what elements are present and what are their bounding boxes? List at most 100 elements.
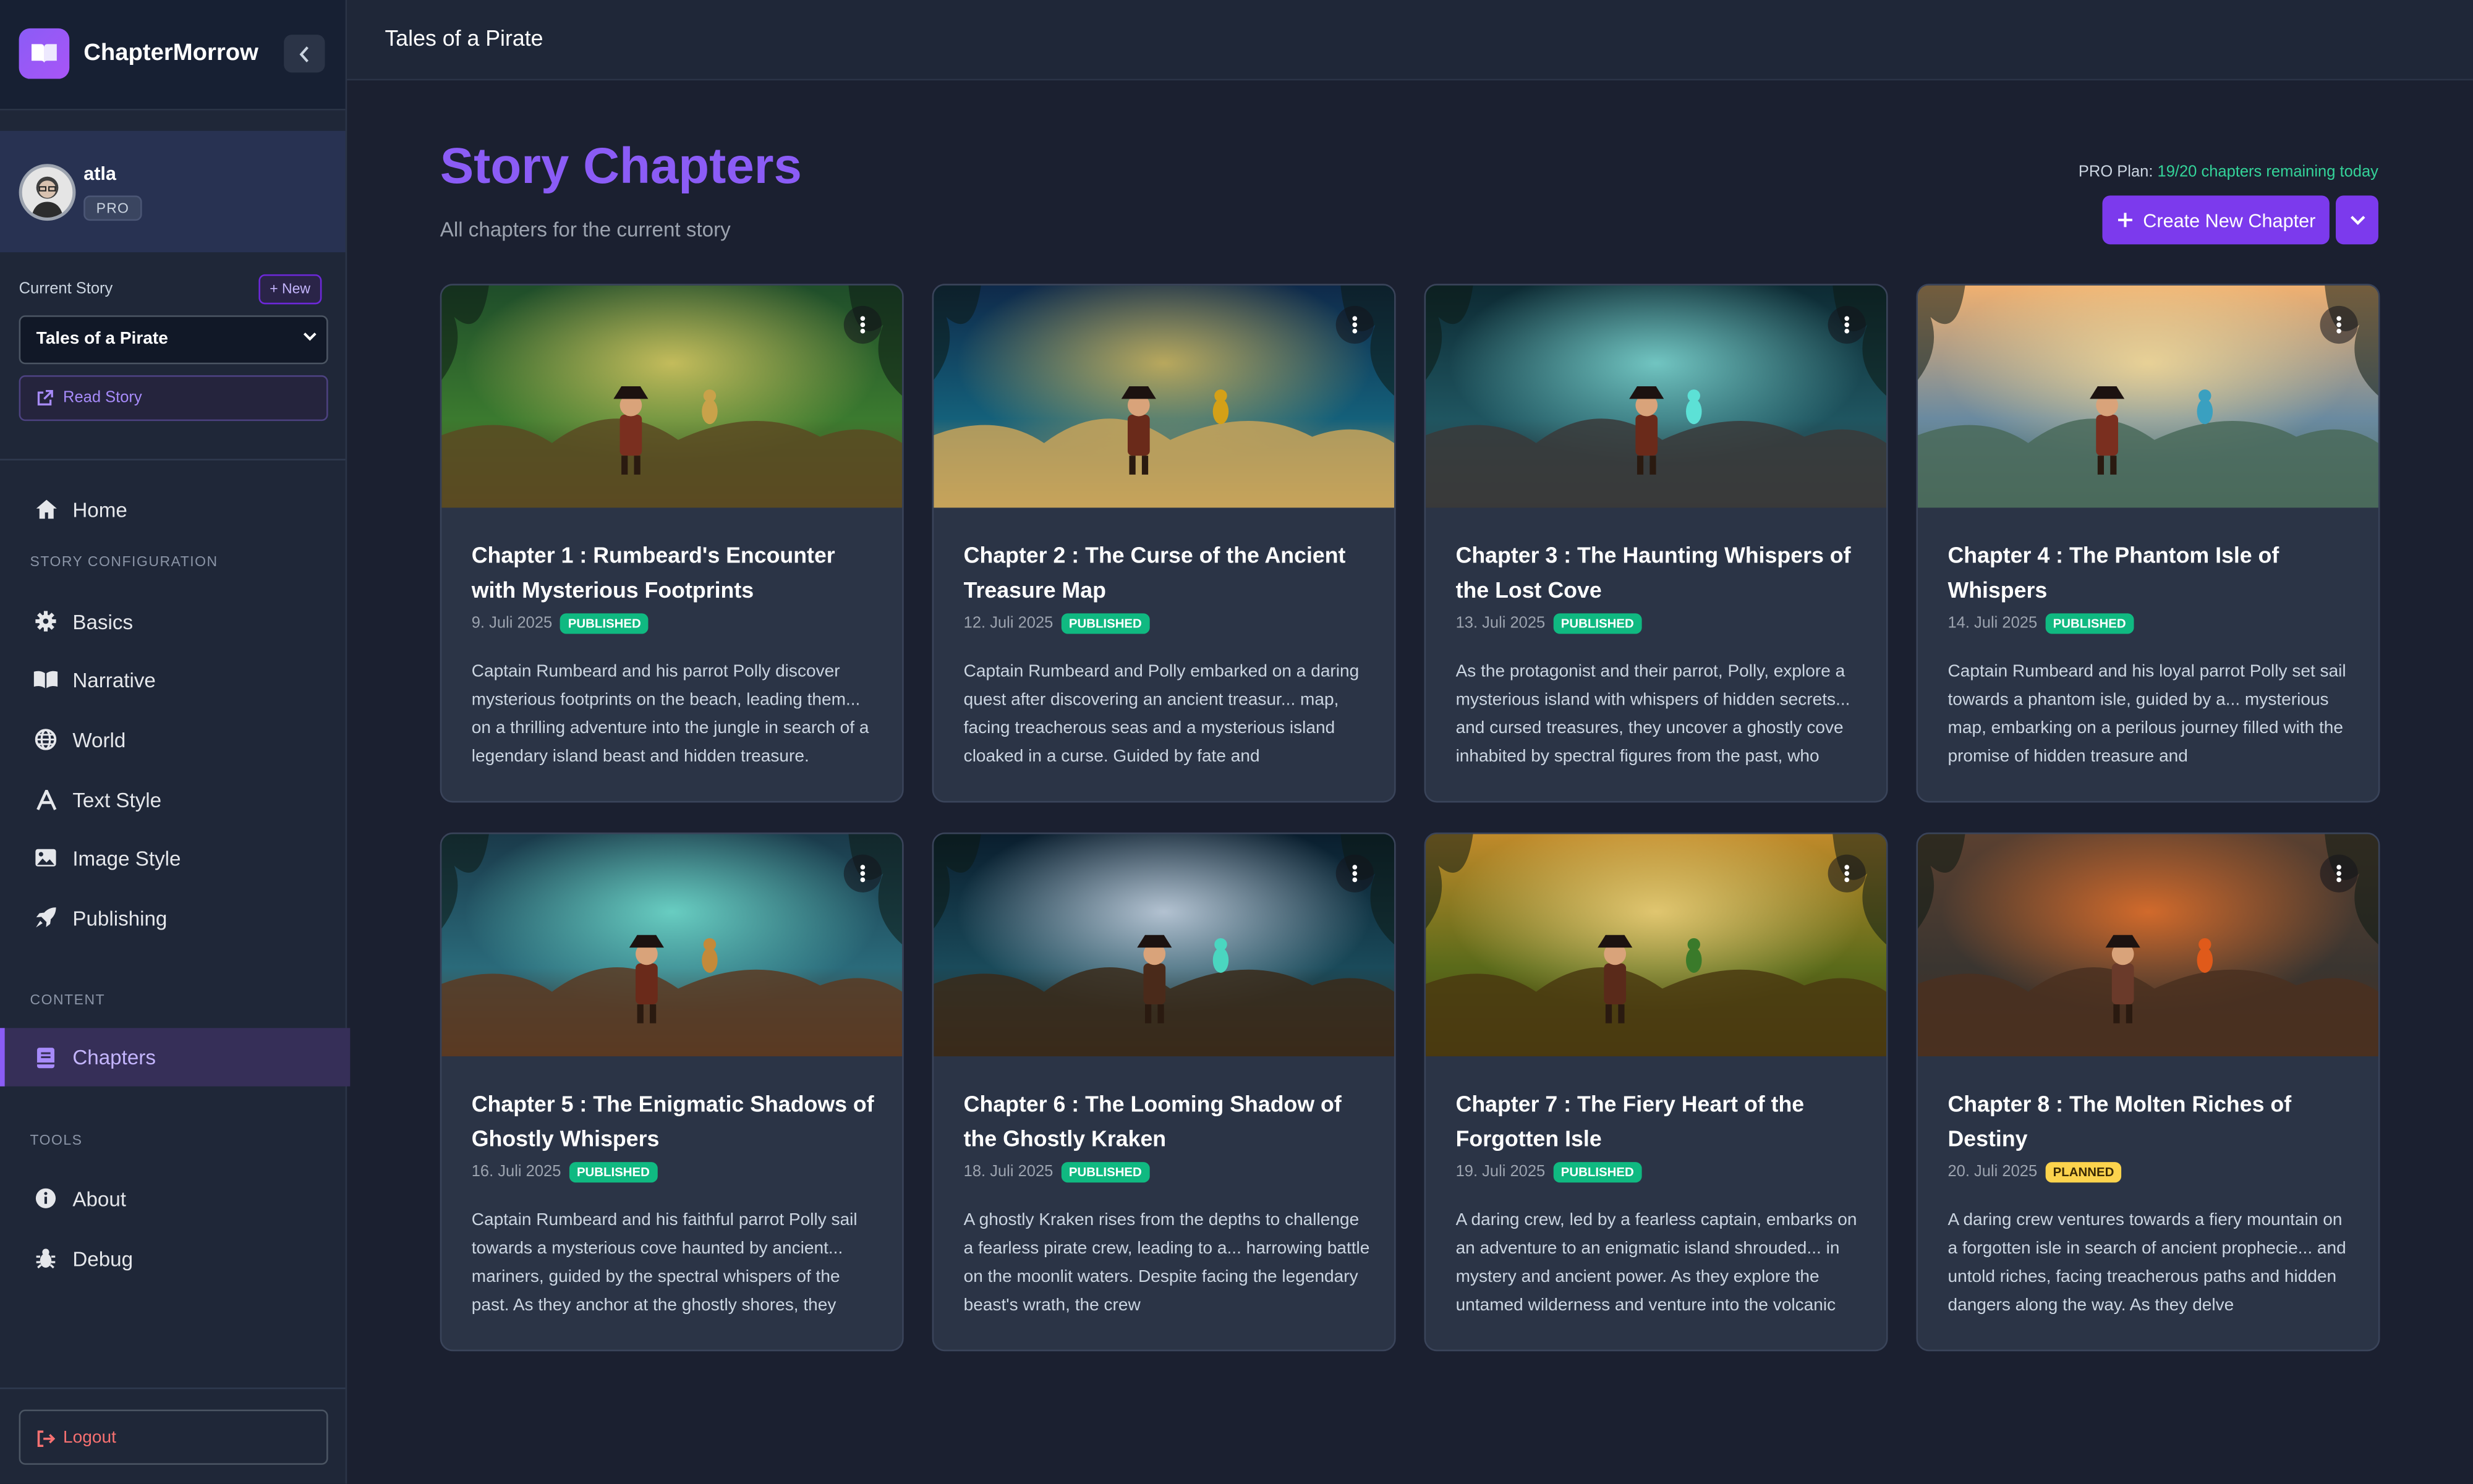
create-new-chapter-label: Create New Chapter bbox=[2143, 209, 2316, 231]
chapter-illustration bbox=[1426, 285, 1886, 508]
logout-icon bbox=[36, 1427, 56, 1456]
read-story-button[interactable]: Read Story bbox=[19, 375, 328, 422]
create-options-dropdown-button[interactable] bbox=[2336, 195, 2378, 245]
page-title: Story Chapters bbox=[440, 137, 802, 194]
sidebar-item-narrative[interactable]: Narrative bbox=[0, 651, 346, 708]
chapter-card[interactable]: Chapter 6 : The Looming Shadow of the Gh… bbox=[932, 832, 1396, 1352]
chapter-illustration bbox=[934, 285, 1395, 508]
sidebar-item-chapters[interactable]: Chapters bbox=[0, 1028, 351, 1087]
chapter-menu-button[interactable] bbox=[2320, 305, 2358, 344]
chapter-card[interactable]: Chapter 3 : The Haunting Whispers of the… bbox=[1424, 284, 1888, 803]
chapter-description: As the protagonist and their parrot, Pol… bbox=[1455, 662, 1850, 766]
home-icon bbox=[33, 497, 59, 522]
chapter-menu-button[interactable] bbox=[843, 854, 882, 893]
avatar bbox=[19, 164, 76, 221]
chapter-title[interactable]: Chapter 6 : The Looming Shadow of the Gh… bbox=[964, 1087, 1371, 1156]
user-card[interactable]: atla PRO bbox=[0, 130, 346, 253]
chapter-card[interactable]: Chapter 8 : The Molten Riches of Destiny… bbox=[1916, 832, 2380, 1352]
chapter-meta: 16. Juli 2025 PUBLISHED bbox=[472, 1162, 658, 1183]
status-badge: PUBLISHED bbox=[560, 613, 649, 634]
status-badge: PLANNED bbox=[2045, 1162, 2122, 1183]
chapter-title[interactable]: Chapter 7 : The Fiery Heart of the Forgo… bbox=[1456, 1087, 1863, 1156]
create-new-chapter-button[interactable]: Create New Chapter bbox=[2102, 195, 2330, 245]
more-vertical-icon bbox=[2336, 865, 2341, 883]
chapter-menu-button[interactable] bbox=[1828, 854, 1866, 893]
chapter-thumbnail[interactable] bbox=[1918, 834, 2378, 1057]
sidebar-item-label: Basics bbox=[72, 609, 134, 634]
chapter-menu-button[interactable] bbox=[1828, 305, 1866, 344]
chapter-date: 12. Juli 2025 bbox=[963, 614, 1053, 632]
user-name: atla bbox=[83, 162, 116, 185]
sidebar-item-image-style[interactable]: Image Style bbox=[0, 829, 346, 886]
chapter-date: 20. Juli 2025 bbox=[1947, 1163, 2038, 1181]
story-select[interactable]: Tales of a Pirate bbox=[19, 315, 328, 365]
top-bar: Tales of a Pirate bbox=[347, 0, 2473, 81]
topbar-story-title: Tales of a Pirate bbox=[385, 25, 543, 51]
plan-prefix: PRO Plan: bbox=[2078, 164, 2153, 182]
rocket-icon bbox=[33, 905, 59, 930]
chapter-title[interactable]: Chapter 2 : The Curse of the Ancient Tre… bbox=[964, 538, 1371, 607]
chapter-thumbnail[interactable] bbox=[1426, 834, 1886, 1057]
chapter-title[interactable]: Chapter 1 : Rumbeard's Encounter with My… bbox=[472, 538, 879, 607]
plan-remaining: 19/20 chapters remaining today bbox=[2157, 164, 2378, 182]
image-icon bbox=[33, 845, 59, 870]
chapter-meta: 18. Juli 2025 PUBLISHED bbox=[963, 1162, 1150, 1183]
chapter-thumbnail[interactable] bbox=[441, 834, 903, 1057]
sidebar-item-home[interactable]: Home bbox=[0, 481, 346, 538]
sidebar-item-text-style[interactable]: Text Style bbox=[0, 771, 346, 828]
chapter-menu-button[interactable] bbox=[843, 305, 882, 344]
sidebar-item-debug[interactable]: Debug bbox=[0, 1230, 346, 1287]
logout-button[interactable]: Logout bbox=[19, 1409, 328, 1465]
chapter-thumbnail[interactable] bbox=[934, 834, 1395, 1057]
sidebar-item-label: Image Style bbox=[72, 846, 181, 870]
status-badge: PUBLISHED bbox=[1553, 1162, 1642, 1183]
chapter-card[interactable]: Chapter 2 : The Curse of the Ancient Tre… bbox=[932, 284, 1396, 803]
more-vertical-icon bbox=[860, 865, 866, 883]
globe-icon bbox=[33, 727, 59, 752]
sidebar-divider bbox=[0, 1387, 346, 1389]
brand-header: ChapterMorrow bbox=[0, 0, 346, 111]
sidebar-item-publishing[interactable]: Publishing bbox=[0, 889, 346, 946]
more-vertical-icon bbox=[1844, 316, 1850, 334]
collapse-sidebar-button[interactable] bbox=[284, 35, 325, 73]
sidebar-item-label: World bbox=[72, 727, 126, 752]
chapter-card[interactable]: Chapter 4 : The Phantom Isle of Whispers… bbox=[1916, 284, 2380, 803]
chapter-thumbnail[interactable] bbox=[441, 285, 903, 508]
app-name: ChapterMorrow bbox=[83, 39, 258, 67]
chapter-thumbnail[interactable] bbox=[1918, 285, 2378, 508]
chapter-date: 14. Juli 2025 bbox=[1947, 614, 2038, 632]
chapter-menu-button[interactable] bbox=[2320, 854, 2358, 893]
chapter-description: Captain Rumbeard and Polly embarked on a… bbox=[963, 662, 1360, 766]
chapter-title[interactable]: Chapter 8 : The Molten Riches of Destiny bbox=[1947, 1087, 2354, 1156]
chapter-title[interactable]: Chapter 5 : The Enigmatic Shadows of Gho… bbox=[472, 1087, 879, 1156]
chapter-date: 13. Juli 2025 bbox=[1455, 614, 1546, 632]
plan-badge: PRO bbox=[83, 195, 142, 221]
chapter-meta: 14. Juli 2025 PUBLISHED bbox=[1947, 613, 2134, 634]
logout-label: Logout bbox=[63, 1428, 116, 1448]
sidebar-item-about[interactable]: About bbox=[0, 1170, 346, 1227]
chapter-thumbnail[interactable] bbox=[1426, 285, 1886, 508]
sidebar-item-basics[interactable]: Basics bbox=[0, 593, 346, 650]
section-label-story-configuration: STORY CONFIGURATION bbox=[30, 553, 218, 569]
chapter-card[interactable]: Chapter 5 : The Enigmatic Shadows of Gho… bbox=[440, 832, 904, 1352]
chapter-card[interactable]: Chapter 7 : The Fiery Heart of the Forgo… bbox=[1424, 832, 1888, 1352]
chapter-title[interactable]: Chapter 3 : The Haunting Whispers of the… bbox=[1456, 538, 1863, 607]
new-story-button[interactable]: + New bbox=[258, 274, 321, 305]
sidebar-item-label: Text Style bbox=[72, 787, 162, 812]
status-badge: PUBLISHED bbox=[1061, 613, 1150, 634]
sidebar-divider bbox=[0, 459, 346, 460]
font-icon bbox=[33, 787, 59, 812]
chapter-thumbnail[interactable] bbox=[934, 285, 1395, 508]
chapter-date: 9. Juli 2025 bbox=[471, 614, 553, 632]
chapter-title[interactable]: Chapter 4 : The Phantom Isle of Whispers bbox=[1947, 538, 2354, 607]
chapter-card[interactable]: Chapter 1 : Rumbeard's Encounter with My… bbox=[440, 284, 904, 803]
page-subtitle: All chapters for the current story bbox=[440, 218, 731, 242]
more-vertical-icon bbox=[1844, 865, 1850, 883]
status-badge: PUBLISHED bbox=[1061, 1162, 1150, 1183]
chapter-menu-button[interactable] bbox=[1335, 305, 1374, 344]
sidebar-item-label: Chapters bbox=[72, 1045, 156, 1069]
sidebar-item-world[interactable]: World bbox=[0, 711, 346, 768]
sidebar-item-label: Narrative bbox=[72, 668, 156, 692]
chapter-date: 18. Juli 2025 bbox=[963, 1163, 1053, 1181]
chapter-menu-button[interactable] bbox=[1335, 854, 1374, 893]
